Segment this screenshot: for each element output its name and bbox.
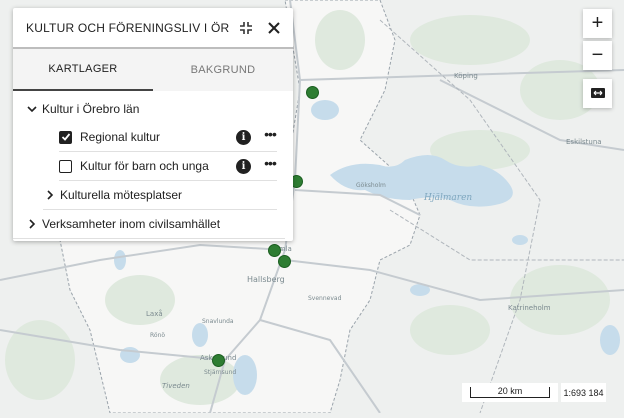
layer-item-regional-kultur[interactable]: Regional kultur i ••• bbox=[59, 123, 277, 152]
chevron-right-icon[interactable] bbox=[25, 217, 39, 231]
tab-bakgrund[interactable]: BAKGRUND bbox=[153, 49, 293, 91]
map-marker[interactable] bbox=[268, 244, 281, 257]
layer-group-label: Kultur i Örebro län bbox=[42, 102, 140, 116]
info-icon[interactable]: i bbox=[236, 129, 251, 145]
layer-tree: Kultur i Örebro län Regional kultur i ••… bbox=[13, 91, 293, 239]
more-options-icon[interactable]: ••• bbox=[263, 127, 277, 141]
map-label-hallsberg: Hallsberg bbox=[247, 275, 285, 284]
tab-kartlager[interactable]: KARTLAGER bbox=[13, 49, 153, 91]
chevron-down-icon[interactable] bbox=[25, 102, 39, 116]
layer-panel: KULTUR OCH FÖRENINGSLIV I ÖREBR… KARTLAG… bbox=[13, 8, 293, 241]
info-icon[interactable]: i bbox=[236, 158, 251, 174]
layer-label: Regional kultur bbox=[80, 130, 161, 144]
scale-bar-label: 20 km bbox=[470, 387, 550, 398]
full-extent-button[interactable] bbox=[583, 79, 612, 108]
panel-title: KULTUR OCH FÖRENINGSLIV I ÖREBR… bbox=[26, 20, 229, 35]
map-label-rono: Rönö bbox=[150, 332, 166, 339]
map-label-tiveden: Tiveden bbox=[162, 382, 190, 390]
map-label-snavlunda: Snavlunda bbox=[202, 318, 234, 325]
layer-item-kultur-barn-unga[interactable]: Kultur för barn och unga i ••• bbox=[59, 152, 277, 181]
zoom-out-button[interactable]: − bbox=[583, 41, 612, 70]
layer-group-civilsamhallet[interactable]: Verksamheter inom civilsamhället bbox=[13, 210, 285, 239]
panel-tabs: KARTLAGER BAKGRUND bbox=[13, 49, 293, 91]
close-icon[interactable] bbox=[263, 17, 285, 39]
map-marker[interactable] bbox=[212, 354, 225, 367]
layer-label: Kultur för barn och unga bbox=[80, 159, 209, 173]
layer-subgroup-label: Kulturella mötesplatser bbox=[60, 188, 183, 202]
map-label-stjarnsund: Stjärnsund bbox=[204, 369, 237, 376]
layer-group-kultur[interactable]: Kultur i Örebro län bbox=[13, 95, 293, 123]
map-label-koping: Köping bbox=[454, 72, 478, 80]
more-options-icon[interactable]: ••• bbox=[263, 156, 277, 170]
collapse-icon[interactable] bbox=[235, 17, 257, 39]
map-marker[interactable] bbox=[306, 86, 319, 99]
zoom-in-button[interactable]: + bbox=[583, 9, 612, 38]
scale-bar: 20 km bbox=[462, 383, 558, 402]
layer-checkbox[interactable] bbox=[59, 130, 72, 144]
map-label-goksholm: Göksholm bbox=[356, 182, 386, 189]
lake-label-hjalmaren: Hjälmaren bbox=[424, 193, 473, 203]
layer-checkbox[interactable] bbox=[59, 159, 72, 173]
map-label-eskilstuna: Eskilstuna bbox=[566, 138, 602, 146]
map-label-laxa: Laxå bbox=[146, 310, 163, 318]
layer-group-label: Verksamheter inom civilsamhället bbox=[42, 217, 221, 231]
layer-subgroup-motesplatser[interactable]: Kulturella mötesplatser bbox=[43, 181, 277, 210]
map-label-katrineholm: Katrineholm bbox=[508, 304, 551, 312]
chevron-right-icon[interactable] bbox=[43, 188, 57, 202]
map-label-svennevad: Svennevad bbox=[308, 295, 342, 302]
panel-header: KULTUR OCH FÖRENINGSLIV I ÖREBR… bbox=[13, 8, 293, 49]
expand-horizontal-icon bbox=[590, 82, 606, 105]
scale-ratio[interactable]: 1:693 184 bbox=[561, 383, 606, 402]
map-marker[interactable] bbox=[278, 255, 291, 268]
